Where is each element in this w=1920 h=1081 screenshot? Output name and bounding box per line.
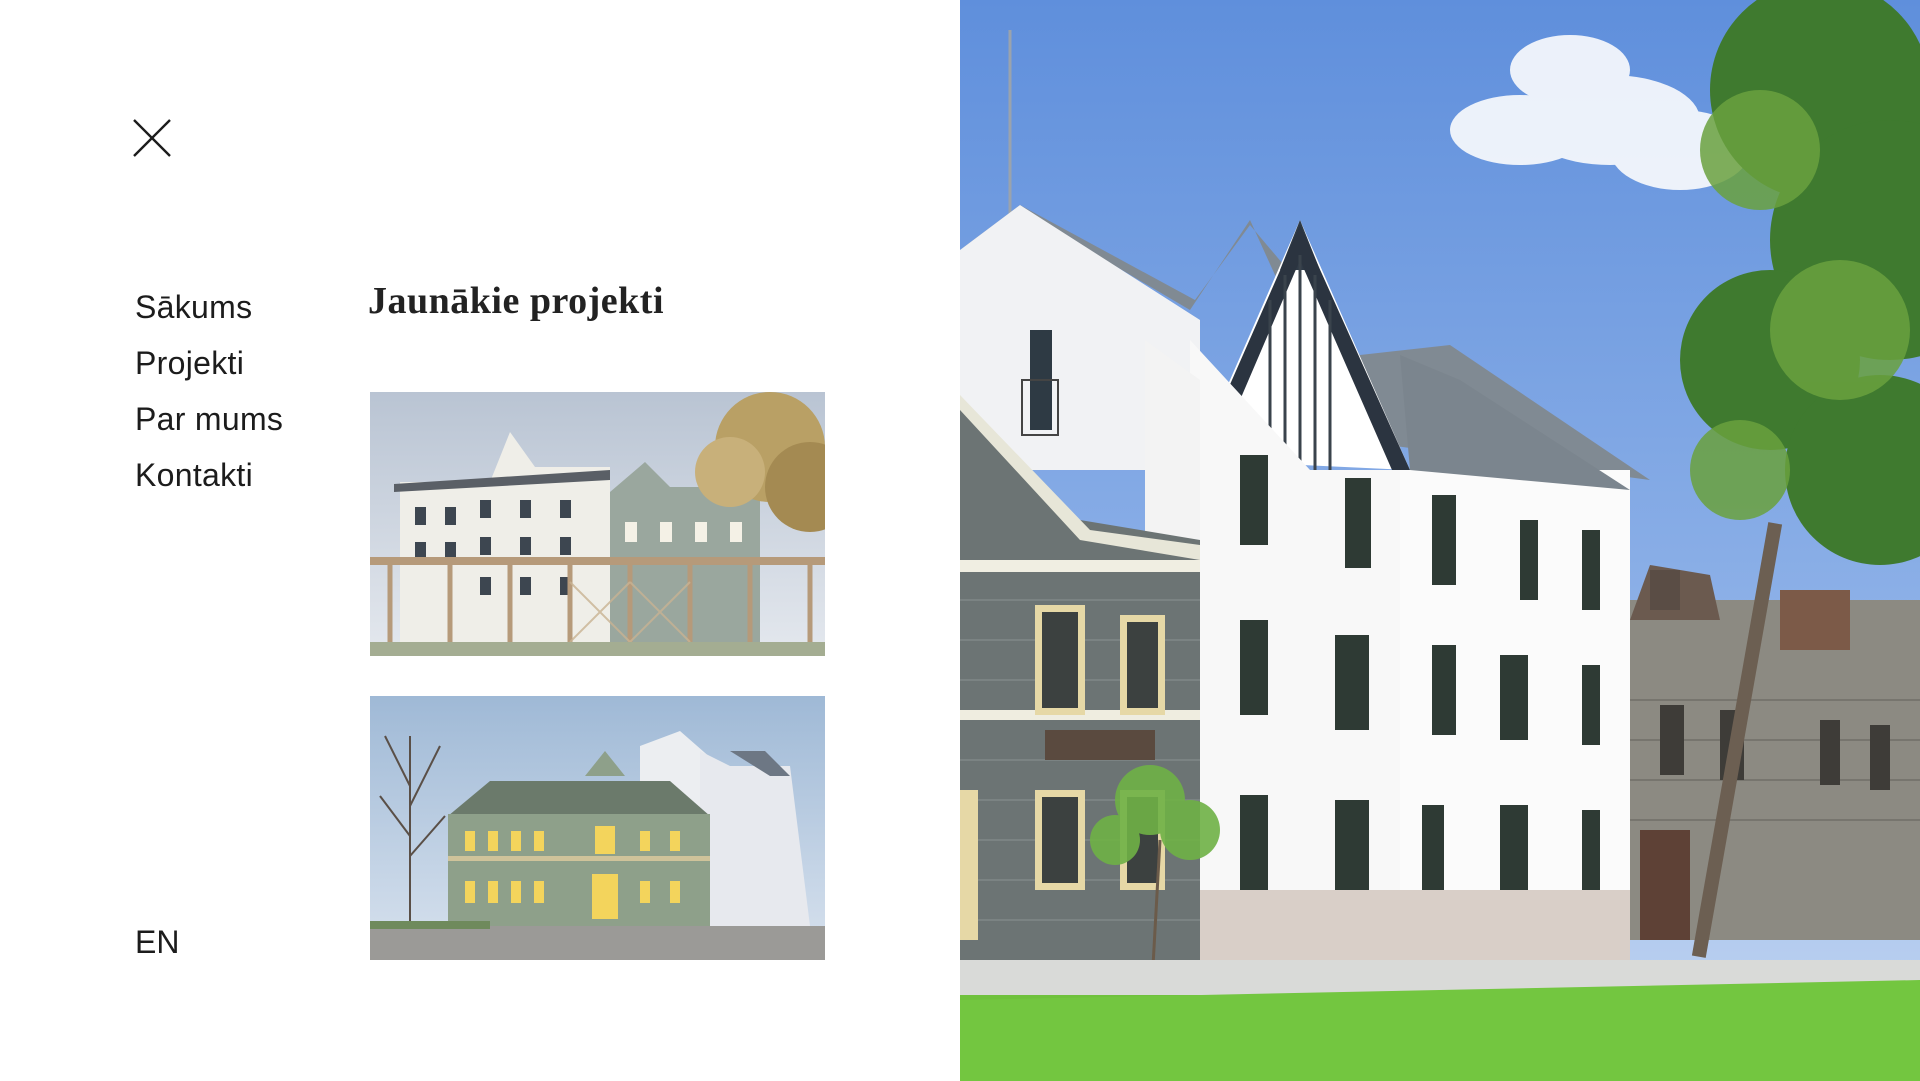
close-button[interactable]	[130, 116, 174, 160]
project-photo-1	[370, 392, 825, 656]
language-switch[interactable]: EN	[135, 918, 179, 966]
nav-item-sakums[interactable]: Sākums	[135, 279, 283, 335]
project-photo-2	[370, 696, 825, 960]
hero-image	[960, 0, 1920, 1081]
nav-item-projekti[interactable]: Projekti	[135, 335, 283, 391]
main-nav: Sākums Projekti Par mums Kontakti	[135, 279, 283, 503]
nav-item-kontakti[interactable]: Kontakti	[135, 447, 283, 503]
menu-panel: Sākums Projekti Par mums Kontakti EN Jau…	[0, 0, 960, 1081]
project-thumbnail-1[interactable]	[370, 392, 825, 656]
project-thumbnail-2[interactable]	[370, 696, 825, 960]
hero-photo	[960, 0, 1920, 1081]
latest-projects-title: Jaunākie projekti	[368, 280, 665, 322]
close-icon	[133, 119, 171, 157]
nav-item-par-mums[interactable]: Par mums	[135, 391, 283, 447]
